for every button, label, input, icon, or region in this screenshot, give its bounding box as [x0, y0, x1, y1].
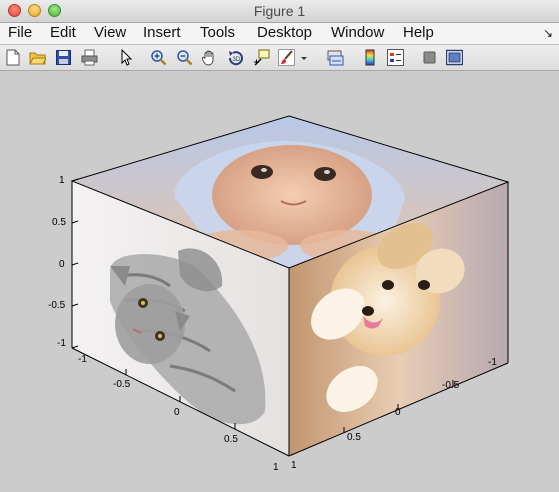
rotate-3d-icon[interactable]: 3D — [227, 49, 244, 66]
figure-canvas: 1 0.5 0 -0.5 -1 -1 -0.5 0 0.5 1 -1 -0.5 … — [0, 71, 559, 492]
x-tick-label: 1 — [273, 462, 279, 473]
menu-window[interactable]: Window — [331, 24, 384, 41]
colorbar-icon[interactable] — [362, 49, 379, 66]
axes-3d[interactable] — [0, 71, 559, 492]
z-tick-label: 1 — [59, 175, 65, 186]
open-file-icon[interactable] — [29, 49, 46, 66]
y-tick-label: 1 — [291, 460, 297, 471]
y-tick-label: 0.5 — [347, 432, 361, 443]
z-tick-label: 0 — [59, 259, 65, 270]
figure-toolbar: 3D — [0, 45, 559, 71]
title-bar: Figure 1 — [0, 0, 559, 23]
zoom-in-icon[interactable] — [150, 49, 167, 66]
y-tick-label: -0.5 — [442, 380, 460, 391]
zoom-out-icon[interactable] — [176, 49, 193, 66]
link-plot-icon[interactable] — [327, 49, 344, 66]
pan-hand-icon[interactable] — [201, 49, 218, 66]
hide-plot-tools-icon[interactable] — [421, 49, 438, 66]
menu-file[interactable]: File — [8, 24, 32, 41]
menu-help[interactable]: Help — [403, 24, 434, 41]
legend-icon[interactable] — [387, 49, 404, 66]
menu-dock-arrow-icon[interactable]: ↘ — [543, 26, 553, 40]
z-tick-label: -1 — [57, 338, 66, 349]
menu-bar: File Edit View Insert Tools Desktop Wind… — [0, 23, 559, 45]
menu-desktop[interactable]: Desktop — [257, 24, 312, 41]
menu-insert[interactable]: Insert — [143, 24, 181, 41]
menu-tools[interactable]: Tools — [200, 24, 235, 41]
menu-edit[interactable]: Edit — [50, 24, 76, 41]
window-title: Figure 1 — [253, 3, 306, 19]
x-tick-label: 0.5 — [224, 434, 238, 445]
save-icon[interactable] — [55, 49, 72, 66]
data-cursor-icon[interactable] — [253, 49, 270, 66]
y-tick-label: -1 — [488, 357, 497, 368]
z-tick-label: 0.5 — [52, 217, 66, 228]
print-icon[interactable] — [81, 49, 98, 66]
new-figure-icon[interactable] — [4, 49, 21, 66]
show-plot-tools-icon[interactable] — [446, 49, 463, 66]
edit-plot-arrow-icon[interactable] — [118, 49, 135, 66]
x-tick-label: -0.5 — [113, 379, 131, 390]
svg-text:3D: 3D — [233, 57, 241, 63]
brush-icon[interactable] — [278, 49, 295, 66]
z-tick-label: -0.5 — [48, 300, 66, 311]
x-tick-label: 0 — [174, 407, 180, 418]
brush-dropdown-icon[interactable] — [299, 49, 309, 66]
x-tick-label: -1 — [78, 354, 87, 365]
y-tick-label: 0 — [395, 407, 401, 418]
menu-view[interactable]: View — [94, 24, 126, 41]
